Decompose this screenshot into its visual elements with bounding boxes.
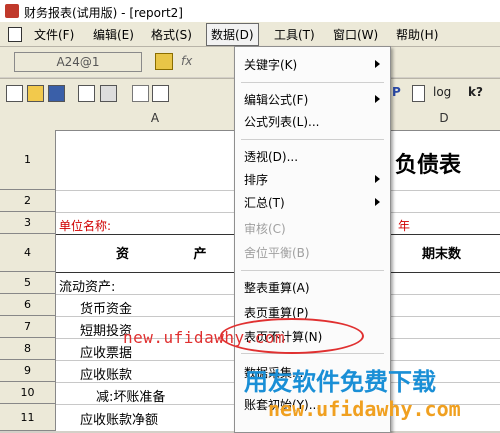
menu-item-recalc-table[interactable]: 整表重算(A): [235, 276, 390, 298]
submenu-arrow-icon: [375, 60, 380, 68]
menu-item-rounding-balance[interactable]: 舍位平衡(B): [235, 241, 390, 263]
net-receivables-label[interactable]: 应收账款净额: [80, 409, 158, 428]
cell-reference-field[interactable]: A24@1: [14, 52, 142, 72]
sheet-title-fragment[interactable]: 负债表: [395, 147, 461, 179]
row-header-8[interactable]: 8: [0, 338, 56, 360]
menu-item-keyword[interactable]: 关键字(K): [235, 53, 390, 75]
menu-item-label: 排序: [244, 173, 269, 187]
menu-item-edit-formula[interactable]: 编辑公式(F): [235, 88, 390, 110]
menu-item-summary[interactable]: 汇总(T): [235, 191, 390, 213]
row-header-2[interactable]: 2: [0, 190, 56, 212]
menu-bar: 文件(F) 编辑(E) 格式(S) 数据(D) 工具(T) 窗口(W) 帮助(H…: [0, 22, 500, 47]
submenu-arrow-icon: [375, 198, 380, 206]
app-icon: [5, 4, 19, 18]
cut-icon[interactable]: [132, 85, 149, 102]
copy-icon[interactable]: [152, 85, 169, 102]
menu-item-label: 公式列表(L)...: [244, 115, 320, 129]
save-icon[interactable]: [48, 85, 65, 102]
column-header-d[interactable]: D: [388, 107, 500, 131]
unit-name-label[interactable]: 单位名称:: [59, 217, 111, 234]
title-bar: 财务报表(试用版) - [report2]: [0, 0, 500, 22]
menu-item-label: 编辑公式(F): [244, 93, 309, 107]
watermark-url: new.ufidawhy.com: [123, 328, 286, 347]
toolbar-help-button[interactable]: k?: [468, 85, 483, 99]
column-header-a[interactable]: A: [56, 107, 255, 131]
submenu-arrow-icon: [375, 175, 380, 183]
row-header-6[interactable]: 6: [0, 294, 56, 316]
menu-format[interactable]: 格式(S): [151, 26, 192, 43]
menu-item-label: 整表重算(A): [244, 281, 310, 295]
menu-item-sort[interactable]: 排序: [235, 168, 390, 190]
menu-item-formula-list[interactable]: 公式列表(L)...: [235, 110, 390, 132]
row-header-5[interactable]: 5: [0, 272, 56, 294]
menu-help[interactable]: 帮助(H): [396, 26, 438, 43]
row-header-7[interactable]: 7: [0, 316, 56, 338]
sheet-corner[interactable]: [0, 107, 57, 131]
menu-item-label: 汇总(T): [244, 196, 285, 210]
row-header-10[interactable]: 10: [0, 382, 56, 404]
menu-window[interactable]: 窗口(W): [333, 26, 378, 43]
new-file-icon[interactable]: [6, 85, 23, 102]
row-header-9[interactable]: 9: [0, 360, 56, 382]
print-icon[interactable]: [100, 85, 117, 102]
menu-item-label: 关键字(K): [244, 58, 298, 72]
fx-label: fx: [181, 54, 193, 68]
current-assets-label[interactable]: 流动资产:: [59, 276, 115, 295]
row-header-1[interactable]: 1: [0, 130, 56, 190]
menu-separator: [241, 270, 384, 271]
row-header-11[interactable]: 11: [0, 404, 56, 431]
menu-item-label: 审核(C): [244, 222, 286, 236]
window-title: 财务报表(试用版) - [report2]: [24, 6, 183, 20]
year-label[interactable]: 年: [398, 217, 410, 234]
submenu-arrow-icon: [375, 95, 380, 103]
menu-tools[interactable]: 工具(T): [274, 26, 315, 43]
menu-separator: [241, 82, 384, 83]
row-header-3[interactable]: 3: [0, 212, 56, 234]
bad-debt-allowance-label[interactable]: 减:坏账准备: [96, 386, 165, 405]
menu-edit[interactable]: 编辑(E): [93, 26, 134, 43]
end-balance-header[interactable]: 期末数: [422, 243, 461, 262]
accounts-receivable-label[interactable]: 应收账款: [80, 364, 132, 383]
sheet-icon[interactable]: [412, 85, 425, 102]
function-wizard-icon[interactable]: [155, 53, 173, 70]
watermark-brand: 用友软件免费下载: [244, 368, 436, 396]
row-header-4[interactable]: 4: [0, 234, 56, 272]
document-icon[interactable]: [8, 27, 22, 42]
menu-item-label: 透视(D)...: [244, 150, 299, 164]
menu-item-pivot[interactable]: 透视(D)...: [235, 145, 390, 167]
toolbar-p-button[interactable]: P: [392, 85, 401, 99]
print-preview-icon[interactable]: [78, 85, 95, 102]
menu-data[interactable]: 数据(D): [206, 23, 259, 46]
menu-item-audit[interactable]: 审核(C): [235, 217, 390, 239]
watermark-url-bottom: new.ufidawhy.com: [268, 397, 461, 421]
menu-separator: [241, 139, 384, 140]
cash-funds-label[interactable]: 货币资金: [80, 298, 132, 317]
toolbar-log-button[interactable]: log: [433, 85, 451, 99]
menu-item-label: 舍位平衡(B): [244, 246, 310, 260]
open-folder-icon[interactable]: [27, 85, 44, 102]
menu-file[interactable]: 文件(F): [34, 26, 74, 43]
assets-header[interactable]: 资 产: [116, 243, 237, 262]
